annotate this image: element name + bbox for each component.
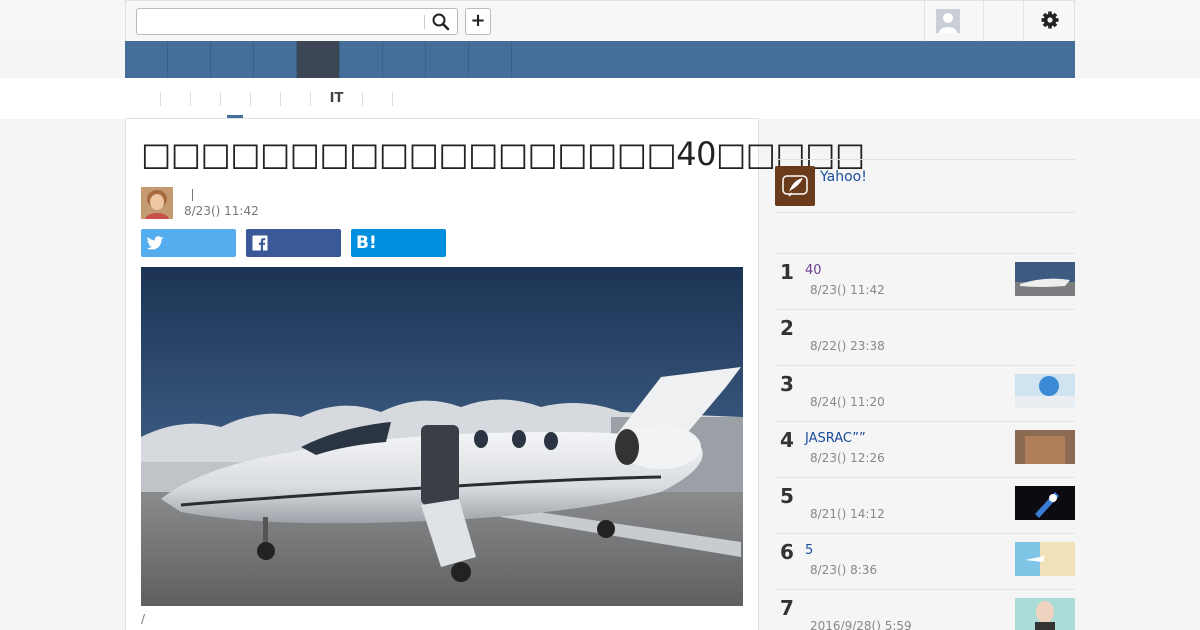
rank-timestamp: 8/22() 23:38 bbox=[810, 339, 885, 353]
twitter-icon bbox=[146, 236, 164, 250]
rank-number: 2 bbox=[780, 316, 794, 340]
search-input[interactable] bbox=[141, 11, 421, 32]
rank-number: 1 bbox=[780, 260, 794, 284]
ranking-item[interactable]: 5 8/21() 14:12 bbox=[775, 477, 1075, 533]
byline-divider bbox=[192, 189, 193, 201]
search-button[interactable] bbox=[431, 12, 451, 32]
hatena-bookmark-button[interactable]: B! bbox=[351, 229, 446, 257]
hondajet-photo bbox=[141, 267, 743, 606]
publish-time: 8/23() 11:42 bbox=[184, 204, 259, 218]
image-caption: / bbox=[141, 612, 146, 626]
ranking-item[interactable]: 7 2016/9/28() 5:59 bbox=[775, 589, 1075, 630]
rank-title[interactable]: 40 bbox=[805, 263, 822, 278]
avatar bbox=[936, 9, 960, 33]
rank-number: 3 bbox=[780, 372, 794, 396]
facebook-share-button[interactable] bbox=[246, 229, 341, 257]
subnav-tab[interactable] bbox=[392, 92, 422, 106]
top-bar: + bbox=[0, 0, 1200, 42]
rank-number: 4 bbox=[780, 428, 794, 452]
gear-icon bbox=[1041, 11, 1059, 29]
article-title: □□□□□□□□□□□□□□□□□□40□□□□□ bbox=[141, 135, 865, 173]
category-tab[interactable] bbox=[125, 41, 168, 78]
rank-timestamp: 2016/9/28() 5:59 bbox=[810, 619, 912, 630]
divider bbox=[775, 212, 1075, 213]
ranking-item[interactable]: 6 5 8/23() 8:36 bbox=[775, 533, 1075, 589]
twitter-share-button[interactable] bbox=[141, 229, 236, 257]
rank-thumbnail[interactable] bbox=[1015, 598, 1075, 630]
search-icon bbox=[432, 13, 450, 31]
user-silhouette-icon bbox=[936, 9, 960, 33]
ranking-item[interactable]: 3 8/24() 11:20 bbox=[775, 365, 1075, 421]
hatena-b-icon: B! bbox=[356, 233, 377, 253]
category-tab[interactable] bbox=[426, 41, 469, 78]
rank-timestamp: 8/23() 12:26 bbox=[810, 451, 885, 465]
rank-title[interactable]: 5 bbox=[805, 543, 813, 558]
rank-timestamp: 8/24() 11:20 bbox=[810, 395, 885, 409]
category-tab[interactable] bbox=[340, 41, 383, 78]
add-button[interactable]: + bbox=[465, 8, 491, 35]
subnav-tab[interactable] bbox=[160, 92, 190, 106]
user-menu[interactable] bbox=[924, 1, 984, 42]
rank-thumbnail[interactable] bbox=[1015, 430, 1075, 464]
rank-thumbnail[interactable] bbox=[1015, 486, 1075, 520]
settings-button[interactable] bbox=[1024, 1, 1076, 42]
rank-timestamp: 8/21() 14:12 bbox=[810, 507, 885, 521]
ranking-item[interactable]: 1 40 8/23() 11:42 bbox=[775, 253, 1075, 309]
rank-number: 6 bbox=[780, 540, 794, 564]
subnav-tab-it[interactable]: IT bbox=[310, 92, 362, 106]
ranking-item[interactable]: 2 8/22() 23:38 bbox=[775, 309, 1075, 365]
yahoo-author-icon bbox=[775, 166, 815, 206]
rank-thumbnail[interactable] bbox=[1015, 542, 1075, 576]
search-divider bbox=[424, 15, 425, 29]
rank-number: 5 bbox=[780, 484, 794, 508]
article: □□□□□□□□□□□□□□□□□□40□□□□□ 8/23() 11:42 B… bbox=[125, 118, 865, 630]
category-tab[interactable] bbox=[383, 41, 426, 78]
rank-title[interactable]: JASRAC”” bbox=[805, 431, 866, 446]
author-photo[interactable] bbox=[141, 187, 173, 219]
rank-timestamp: 8/23() 11:42 bbox=[810, 283, 885, 297]
top-bar-inner: + bbox=[125, 0, 1076, 42]
rank-number: 7 bbox=[780, 596, 794, 620]
ranking-item[interactable]: 4 JASRAC”” 8/23() 12:26 bbox=[775, 421, 1075, 477]
category-tab[interactable] bbox=[168, 41, 211, 78]
subnav-tab[interactable] bbox=[362, 92, 392, 106]
search-box bbox=[136, 8, 458, 35]
category-tab-active[interactable] bbox=[297, 41, 340, 78]
ranking-list: 1 40 8/23() 11:42 2 8/22() 23:38 3 8/24() 11:2… bbox=[775, 253, 1075, 630]
sub-nav-inner: IT bbox=[125, 78, 1075, 119]
author-portrait bbox=[141, 187, 173, 219]
yahoo-link[interactable]: Yahoo! bbox=[820, 169, 867, 185]
category-tab[interactable] bbox=[254, 41, 297, 78]
rank-timestamp: 8/23() 8:36 bbox=[810, 563, 878, 577]
sidebar: Yahoo! 1 40 8/23() 11:42 2 8/22() 23:38 3 8/24… bbox=[759, 118, 1075, 630]
yahoo-promo[interactable]: Yahoo! bbox=[775, 160, 1075, 212]
category-tab[interactable] bbox=[469, 41, 512, 78]
sub-nav: IT bbox=[0, 78, 1200, 119]
rank-thumbnail[interactable] bbox=[1015, 374, 1075, 408]
category-nav bbox=[125, 41, 1075, 78]
feather-icon bbox=[775, 166, 815, 206]
subnav-tab-active[interactable] bbox=[220, 92, 250, 106]
notifications-slot[interactable] bbox=[984, 1, 1024, 42]
facebook-icon bbox=[252, 235, 268, 251]
subnav-tab[interactable] bbox=[190, 92, 220, 106]
rank-thumbnail[interactable] bbox=[1015, 262, 1075, 296]
category-tab[interactable] bbox=[211, 41, 254, 78]
article-hero-image[interactable] bbox=[141, 267, 743, 606]
subnav-tab[interactable] bbox=[280, 92, 310, 106]
subnav-tab[interactable] bbox=[250, 92, 280, 106]
